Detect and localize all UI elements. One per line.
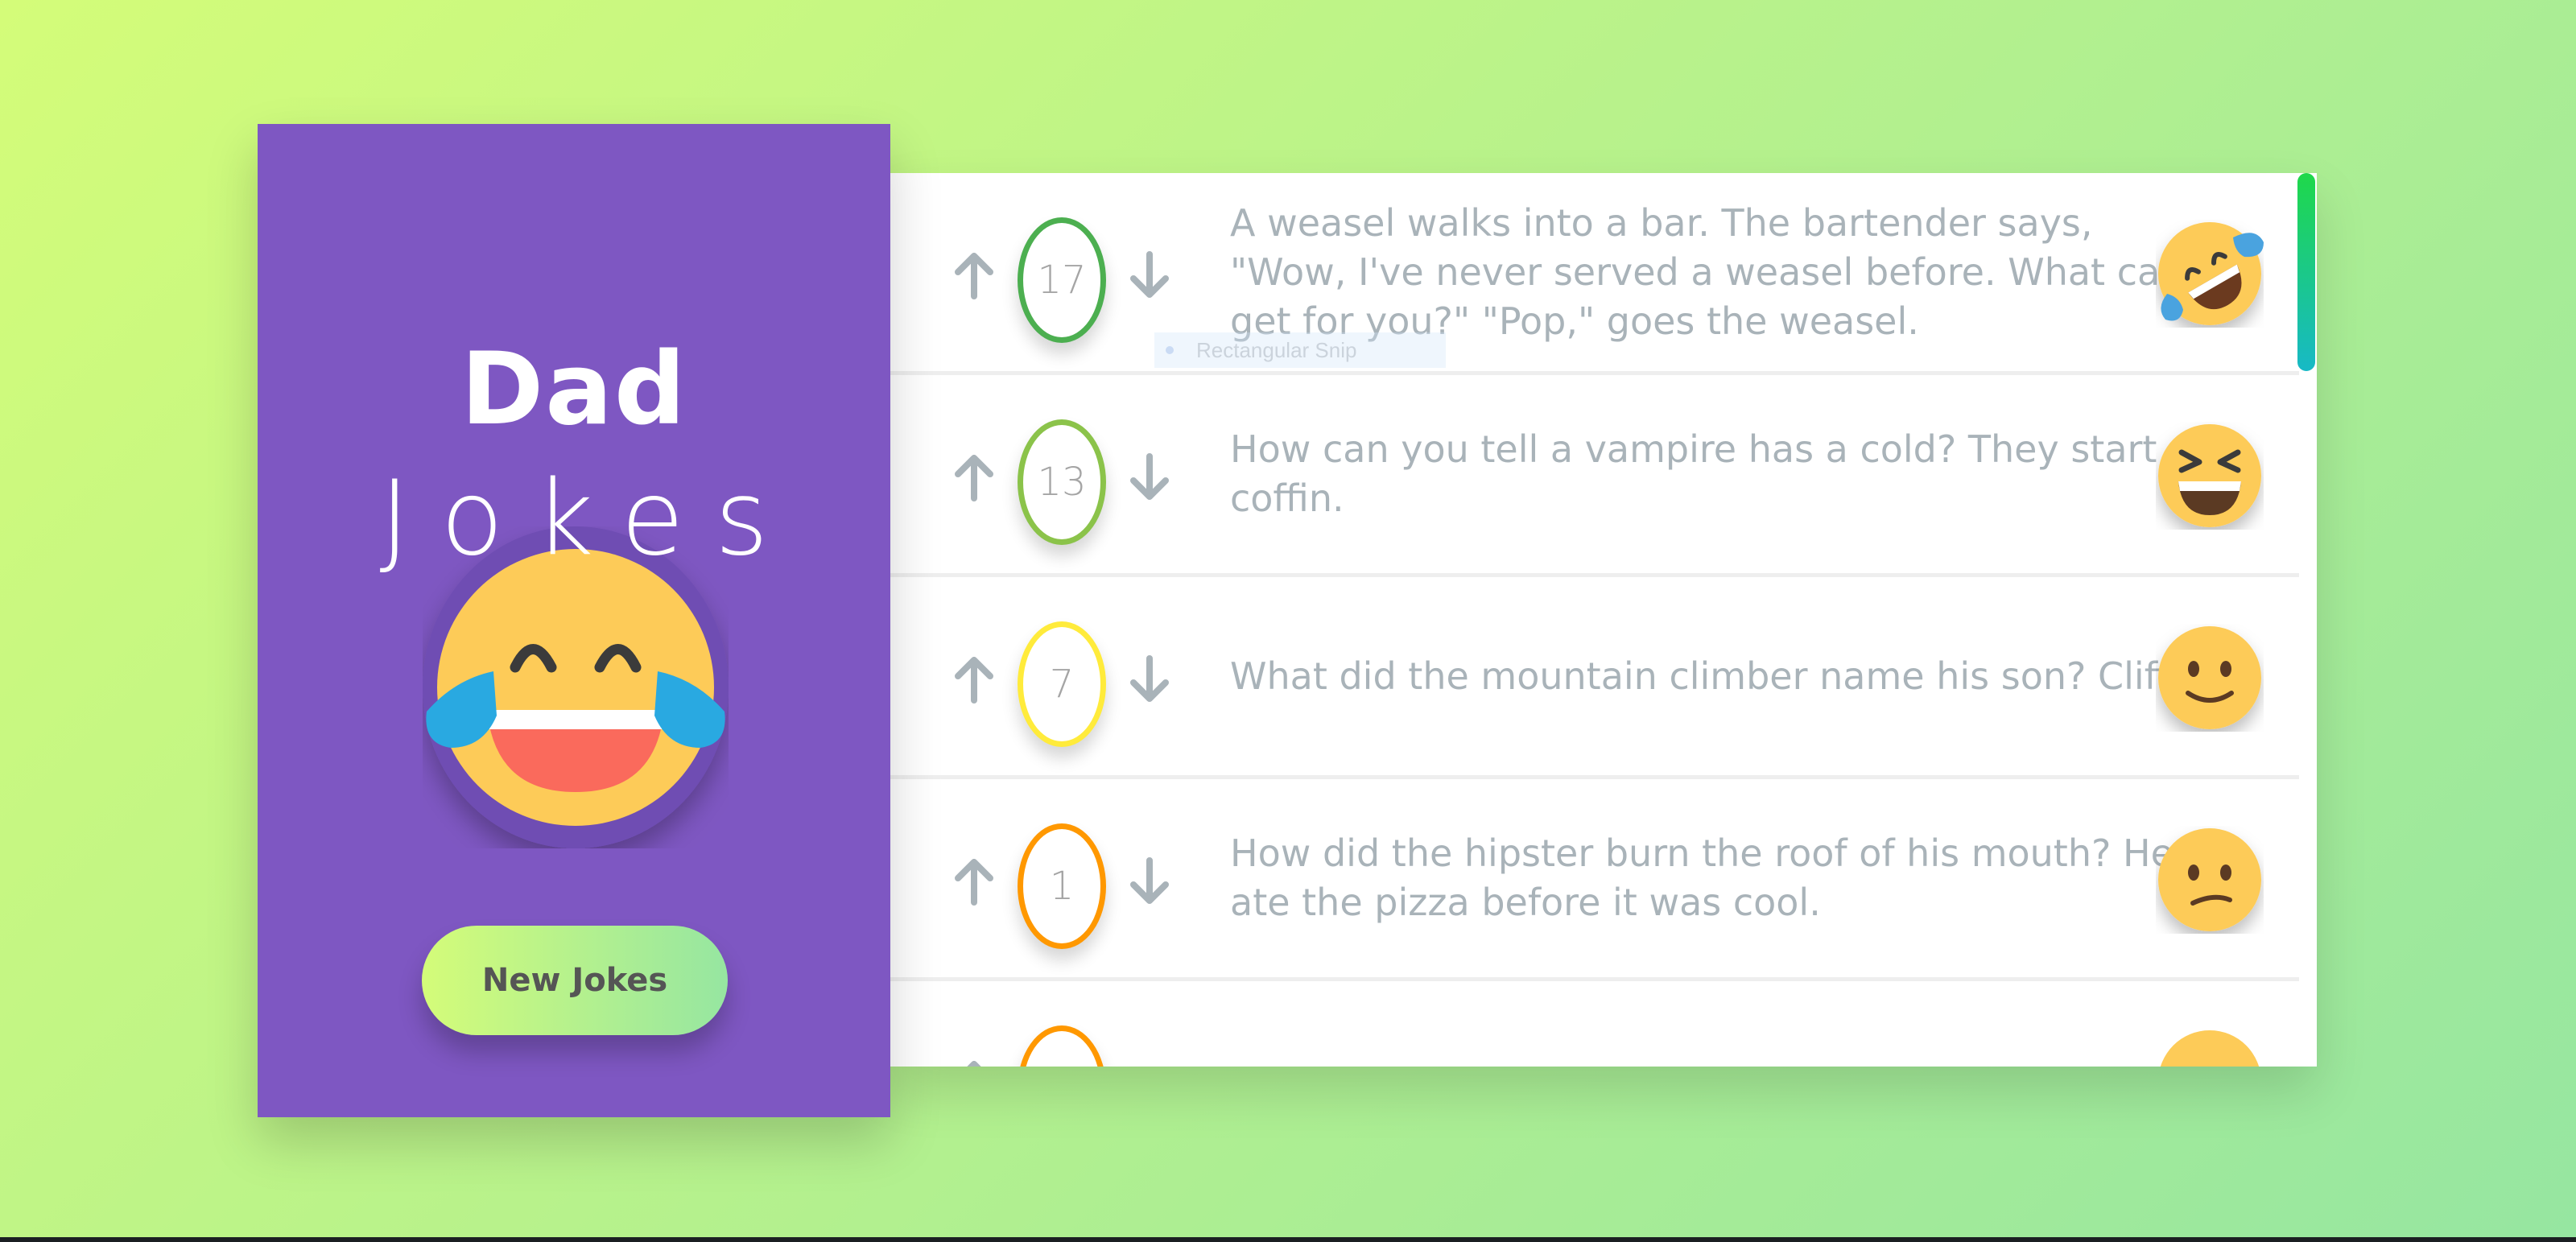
joke-text — [1230, 981, 2212, 1067]
joke-item: 13 How can you tell a vampire has a cold… — [890, 375, 2299, 577]
grinning-squinting-icon — [2158, 424, 2261, 527]
downvote-arrow-icon[interactable] — [1124, 452, 1175, 503]
vote-count-badge: 1 — [1018, 823, 1106, 949]
app-title-line1: Dad — [460, 332, 687, 448]
sidebar: Dad Jokes New Jokes — [258, 124, 890, 1117]
scrollbar-thumb[interactable] — [2297, 173, 2315, 371]
downvote-arrow-icon[interactable] — [1124, 856, 1175, 907]
vote-count-badge: 7 — [1018, 621, 1106, 747]
downvote-arrow-icon[interactable] — [1124, 250, 1175, 301]
vote-count-badge: 13 — [1018, 419, 1106, 545]
vote-count-badge: 17 — [1018, 217, 1106, 343]
jokes-list[interactable]: 17 A weasel walks into a bar. The barten… — [890, 173, 2317, 1067]
upvote-arrow-icon[interactable] — [948, 250, 1000, 301]
joke-item — [890, 981, 2299, 1067]
new-jokes-button[interactable]: New Jokes — [422, 926, 728, 1035]
slightly-smiling-icon — [2158, 626, 2261, 729]
snip-tooltip: Rectangular Snip — [1154, 332, 1446, 368]
joke-item: 1 How did the hipster burn the roof of h… — [890, 779, 2299, 981]
joke-item: 17 A weasel walks into a bar. The barten… — [890, 173, 2299, 375]
joke-text: What did the mountain climber name his s… — [1230, 654, 2182, 698]
upvote-arrow-icon[interactable] — [948, 452, 1000, 503]
snip-tooltip-label: Rectangular Snip — [1196, 337, 1357, 362]
joke-text: How did the hipster burn the roof of his… — [1230, 831, 2174, 924]
snip-dot-icon — [1166, 346, 1174, 354]
app-title-line2: Jokes — [379, 459, 799, 579]
confused-face-icon — [2158, 828, 2261, 931]
emoji-icon — [2160, 1030, 2260, 1067]
joke-text: How can you tell a vampire has a cold? T… — [1230, 427, 2157, 520]
upvote-arrow-icon[interactable] — [948, 654, 1000, 705]
upvote-arrow-icon[interactable] — [948, 1058, 1000, 1067]
vote-count-badge — [1018, 1025, 1106, 1067]
bottom-edge-bar — [0, 1237, 2576, 1242]
joke-item: 7 What did the mountain climber name his… — [890, 577, 2299, 779]
rolling-on-floor-laughing-icon — [2158, 222, 2264, 325]
upvote-arrow-icon[interactable] — [948, 856, 1000, 907]
downvote-arrow-icon[interactable] — [1124, 654, 1175, 705]
